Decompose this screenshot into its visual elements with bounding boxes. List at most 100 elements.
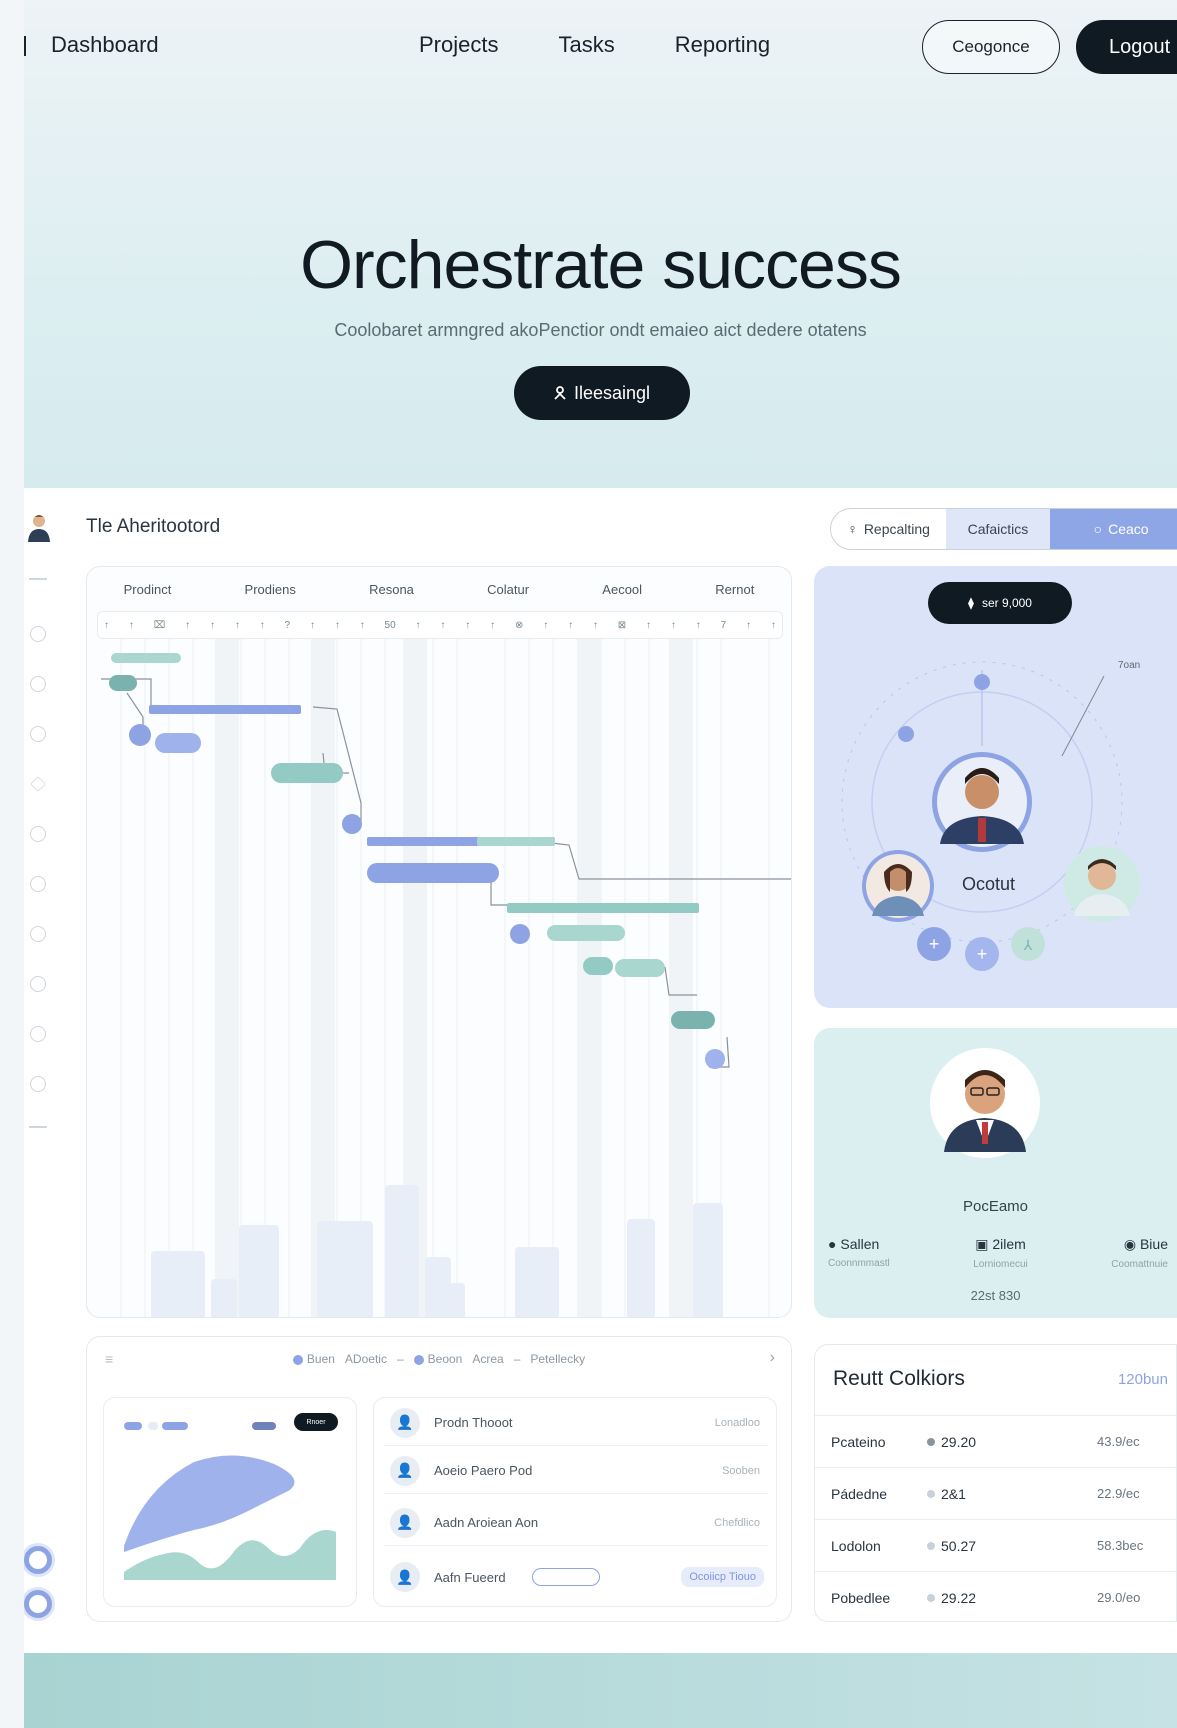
gantt-col-header[interactable]: Colatur (487, 582, 529, 597)
timeline-tick[interactable]: ↑ (696, 620, 701, 631)
timeline-tick[interactable]: ↑ (671, 620, 676, 631)
timeline-tick[interactable]: ↑ (416, 620, 421, 631)
send-icon[interactable] (30, 776, 46, 792)
table-row[interactable]: Pcateino 29.20 43.9/ec (815, 1415, 1176, 1467)
table-cell-extra: 22.9/ec (1097, 1486, 1140, 1501)
gantt-col-header[interactable]: Prodiens (245, 582, 296, 597)
timeline-tick[interactable]: ↑ (568, 620, 573, 631)
gantt-col-header[interactable]: Aecool (602, 582, 642, 597)
legend-item[interactable]: Petellecky (530, 1352, 585, 1366)
table-total[interactable]: 120bun (1118, 1371, 1168, 1388)
avatar: 👤 (390, 1507, 420, 1538)
timeline-tick[interactable]: ↑ (210, 620, 215, 631)
timeline-tick[interactable]: ↑ (490, 620, 495, 631)
nav-link-reporting[interactable]: Reporting (675, 32, 770, 58)
avatar-left[interactable] (862, 850, 934, 922)
folder-icon[interactable] (30, 1076, 46, 1092)
table-row[interactable]: Pádedne 2&1 22.9/ec (815, 1467, 1176, 1519)
timeline-tick[interactable]: 50 (385, 620, 396, 631)
avatar-center[interactable] (932, 752, 1032, 852)
timeline-tick[interactable]: ↑ (129, 620, 134, 631)
user-avatar-icon[interactable] (26, 512, 52, 542)
chart-badge[interactable]: Rnoer (294, 1413, 338, 1431)
outline-button[interactable]: Ceogonce (922, 20, 1060, 74)
toggle-ring-icon[interactable] (24, 1546, 52, 1574)
segment-analytics[interactable]: Cafaictics (946, 509, 1050, 549)
profile-footer: 22st 830 (970, 1288, 1021, 1303)
circle-icon[interactable] (30, 826, 46, 842)
logout-button[interactable]: Logout (1076, 20, 1177, 74)
timeline-tick[interactable]: ↑ (593, 620, 598, 631)
timeline-tick[interactable]: ↑ (746, 620, 751, 631)
timeline-tick[interactable]: ↑ (235, 620, 240, 631)
timeline-tick[interactable]: ⊗ (515, 620, 523, 631)
timeline-tick[interactable]: ↑ (360, 620, 365, 631)
list-item-secondary: Sooben (722, 1464, 760, 1477)
legend-item[interactable]: Beoon (413, 1352, 462, 1366)
timeline-tick[interactable]: 7 (721, 620, 727, 631)
gantt-col-header[interactable]: Prodinct (124, 582, 172, 597)
timeline-tick[interactable]: ↑ (771, 620, 776, 631)
hero-cta-button[interactable]: Ileesaingl (514, 366, 690, 420)
profile-name: PocEamo (962, 1198, 1029, 1215)
gantt-col-header[interactable]: Rernot (715, 582, 754, 597)
timeline-tick[interactable]: ↑ (335, 620, 340, 631)
nav-link-projects[interactable]: Projects (419, 32, 498, 58)
segment-reporting[interactable]: ♀ Repcalting (831, 509, 946, 549)
list-item[interactable]: 👤 Aafn Fueerd Ocoiicp Tiouo (384, 1554, 768, 1600)
gear-icon[interactable] (30, 876, 46, 892)
table-cell-name: Pobedlee (831, 1589, 891, 1606)
timeline-tick[interactable]: ↑ (104, 620, 109, 631)
timeline-tick[interactable]: ↑ (465, 620, 470, 631)
profile-avatar[interactable] (930, 1048, 1040, 1158)
list-item-action[interactable]: Ocoiicp Tiouo (681, 1567, 764, 1587)
timeline-tick[interactable]: ↑ (185, 620, 190, 631)
toggle-switch[interactable] (531, 1568, 600, 1586)
share-button[interactable] (1011, 927, 1045, 961)
table-row[interactable]: Lodolon 50.27 58.3bec (815, 1519, 1176, 1571)
toggle-ring-icon[interactable] (24, 1590, 52, 1618)
add-member-button[interactable] (917, 927, 951, 961)
chart-icon[interactable] (30, 626, 46, 642)
list-item[interactable]: 👤 Aadn Aroiean Aon Chefdlico (384, 1500, 768, 1546)
legend-item[interactable]: Acrea (472, 1352, 503, 1366)
list-item[interactable]: 👤 Prodn Thooot Lonadloo (384, 1400, 768, 1446)
nav-link-tasks[interactable]: Tasks (558, 32, 614, 58)
legend-item[interactable]: Buen (292, 1352, 335, 1366)
table-row[interactable]: Pobedlee 29.22 29.0/eo (815, 1571, 1176, 1621)
timeline-tick[interactable]: ↑ (310, 620, 315, 631)
help-icon[interactable] (30, 1026, 46, 1042)
list-icon[interactable] (29, 1126, 47, 1128)
profile-card: PocEamo ● Sallen Coonnmmastl ▣ 2ilem Lor… (814, 1028, 1177, 1318)
timeline-tick[interactable]: ↑ (646, 620, 651, 631)
top-nav: Dashboard Projects Tasks Reporting Ceogo… (24, 0, 1177, 92)
timeline-tick[interactable]: ⊠ (618, 620, 626, 631)
bell-icon[interactable] (30, 976, 46, 992)
add-member-button[interactable] (965, 937, 999, 971)
timeline-tick[interactable]: ↑ (260, 620, 265, 631)
timeline-tick[interactable]: ↑ (543, 620, 548, 631)
chevron-right-icon[interactable]: › (770, 1349, 775, 1367)
member-list: 👤 Prodn Thooot Lonadloo 👤 Aoeio Paero Po… (373, 1397, 777, 1607)
timeline-tick[interactable]: ? (285, 620, 291, 631)
gantt-col-header[interactable]: Resona (369, 582, 414, 597)
list-item[interactable]: 👤 Aoeio Paero Pod Sooben (384, 1448, 768, 1494)
timeline-tick[interactable]: ⌧ (154, 620, 166, 631)
menu-icon[interactable] (29, 578, 47, 580)
table-cell-extra: 29.0/eo (1097, 1590, 1141, 1605)
legend-item[interactable]: ADoetic (345, 1352, 387, 1366)
orbit-filter-pill[interactable]: ⧫ ser 9,000 (928, 582, 1072, 624)
info-icon[interactable] (30, 926, 46, 942)
segment-reporting-label: Repcalting (863, 521, 930, 537)
table-cell-value: 2&1 (927, 1486, 1087, 1502)
nav-brand[interactable]: Dashboard (51, 32, 159, 58)
area-chart-card: Rnoer (103, 1397, 357, 1607)
segment-third[interactable]: ○ Ceaco (1049, 509, 1177, 549)
avatar-right[interactable] (1064, 846, 1140, 922)
legend-sep: – (513, 1352, 521, 1366)
calendar-icon: ▣ (975, 1236, 989, 1252)
gantt-chart: Prodinct Prodiens Resona Colatur Aecool … (86, 566, 792, 1318)
settings-icon[interactable] (30, 676, 46, 692)
timeline-tick[interactable]: ↑ (440, 620, 445, 631)
clock-icon[interactable] (30, 726, 46, 742)
